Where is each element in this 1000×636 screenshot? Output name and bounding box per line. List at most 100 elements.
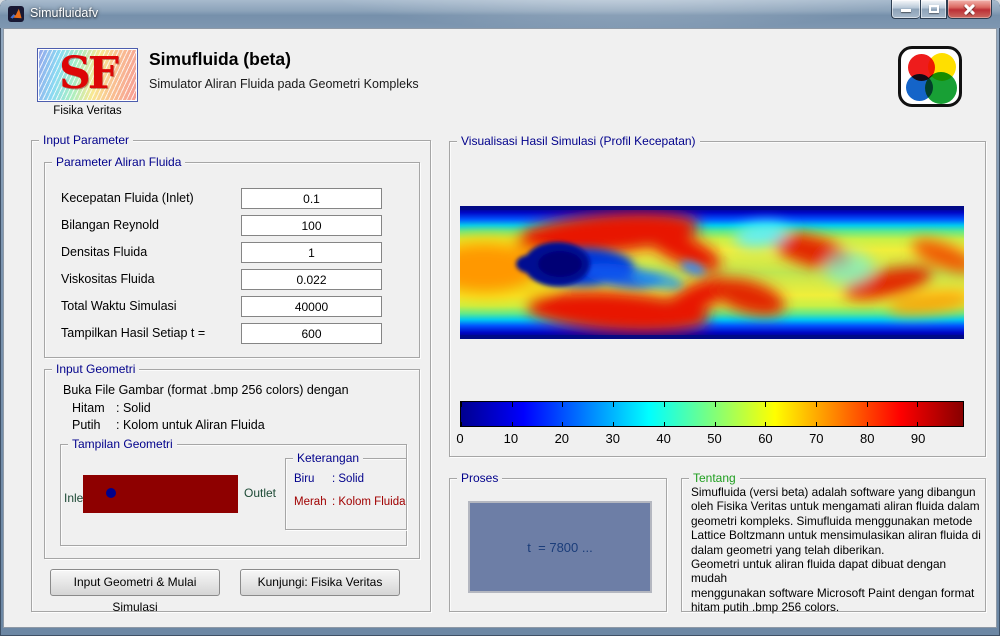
field-label-total-waktu: Total Waktu Simulasi [61,299,177,313]
proses-status-box: t = 7800 ... [468,501,652,593]
colorbar-tick-label: 90 [910,431,926,446]
colorbar-tick [866,422,868,426]
input-geometri-mulai-simulasi-button[interactable]: Input Geometri & Mulai Simulasi [50,569,220,614]
client-area: SF Fisika Veritas Simufluida (beta) Simu… [3,28,997,628]
keterangan-panel: Keterangan Biru : Solid Merah : Kolom Flui… [285,451,407,530]
proses-title: Proses [457,471,503,485]
total-waktu-input[interactable] [241,296,382,317]
colorbar-tick-label: 60 [758,431,773,446]
colorbar-tick [511,402,513,407]
field-label-kecepatan: Kecepatan Fluida (Inlet) [61,191,194,205]
input-parameter-panel: Input Parameter Parameter Aliran Fluida … [31,133,431,614]
colorbar-tick [815,402,817,407]
app-subtitle: Simulator Aliran Fluida pada Geometri Ko… [149,77,419,91]
input-geometri-panel: Input Geometri Buka File Gambar (format … [44,362,420,559]
proses-status-text: t = 7800 ... [527,539,593,555]
window-title: Simufluidafv [30,6,99,20]
tampilan-geometri-title: Tampilan Geometri [68,437,177,451]
bilangan-reynold-input[interactable] [241,215,382,236]
outlet-label: Outlet [244,486,277,500]
keterangan-merah-key: Merah [294,496,327,508]
keterangan-title: Keterangan [293,451,364,465]
densitas-fluida-input[interactable] [241,242,382,263]
minimize-button[interactable] [891,0,920,19]
colorbar-tick-label: 20 [554,431,570,446]
colorbar-tick [917,402,919,407]
colorbar-tick [765,422,767,426]
keterangan-biru-row: Biru : Solid [294,473,364,485]
visualisasi-title: Visualisasi Hasil Simulasi (Profil Kecep… [457,134,700,148]
viskositas-fluida-input[interactable] [241,269,382,290]
kecepatan-fluida-input[interactable] [241,188,382,209]
visualisasi-panel: Visualisasi Hasil Simulasi (Profil Kecep… [449,134,986,457]
colorbar-tick [562,402,564,407]
keterangan-biru-key: Biru [294,473,315,485]
tampilan-geometri-panel: Tampilan Geometri Inlet Outlet Keteranga… [60,437,407,546]
legend-white-value: : Kolom untuk Aliran Fluida [116,418,265,432]
maximize-button[interactable] [920,0,947,19]
geometri-instruction: Buka File Gambar (format .bmp 256 colors… [63,383,349,397]
colorbar-tick [613,402,615,407]
field-label-densitas: Densitas Fluida [61,245,148,259]
app-title: Simufluida (beta) [149,49,291,69]
colorbar-tick [461,402,462,407]
colorbar-tick [714,422,716,426]
keterangan-biru-value: : Solid [332,473,364,485]
parameter-aliran-fluida-panel: Parameter Aliran Fluida Kecepatan Fluida… [44,155,420,358]
titlebar[interactable]: Simufluidafv [0,0,1000,28]
tentang-title: Tentang [689,471,740,485]
colorbar-tick [461,422,462,426]
logo-caption: Fisika Veritas [53,105,122,117]
colorbar-tick-label: 50 [707,431,722,446]
input-geometri-title: Input Geometri [52,362,140,376]
close-button[interactable] [947,0,992,19]
colorbar-tick [765,402,767,407]
legend-black-value: : Solid [116,401,151,415]
legend-white-key: Putih [72,418,101,432]
colorbar-tick [663,422,665,426]
colorbar-tick [714,402,716,407]
colorbar-tick [917,422,919,426]
field-label-viskositas: Viskositas Fluida [61,272,155,286]
field-label-tampilkan-hasil: Tampilkan Hasil Setiap t = [61,326,206,340]
sf-logo-letters: SF [58,48,119,99]
colorbar-tick [866,402,868,407]
tentang-body-text: Simufluida (versi beta) adalah software … [691,485,981,615]
colorbar-tick [562,422,564,426]
colorbar-tick-label: 40 [656,431,671,446]
proses-panel: Proses t = 7800 ... [449,471,667,612]
geometri-legend-white: Putih : Kolom untuk Aliran Fluida [72,418,265,432]
maximize-icon [928,5,939,13]
input-parameter-title: Input Parameter [39,133,134,147]
legend-black-key: Hitam [72,401,105,415]
keterangan-merah-value: : Kolom Fluida [332,496,406,508]
colorbar-tick-label: 70 [809,431,824,446]
colorbar-tick [663,402,665,407]
kunjungi-fisika-veritas-button[interactable]: Kunjungi: Fisika Veritas [240,569,400,596]
minimize-icon [901,9,911,12]
keterangan-merah-row: Merah : Kolom Fluida [294,496,406,508]
flow-field-image [460,206,964,339]
tampilkan-hasil-input[interactable] [241,323,382,344]
colorbar-tick-label: 0 [456,431,464,446]
app-window: Simufluidafv SF Fisika Veritas Simufluid… [0,0,1000,636]
colorbar-labels: 0 10 20 30 40 50 60 70 80 90 [456,431,964,449]
field-label-reynold: Bilangan Reynold [61,218,159,232]
geometri-legend-black: Hitam : Solid [72,401,151,415]
colorbar-tick-label: 80 [859,431,875,446]
logo-circle-green [925,72,957,104]
colorbar [460,401,964,427]
sf-logo: SF [37,48,138,102]
parameter-aliran-fluida-title: Parameter Aliran Fluida [52,155,186,169]
geometry-preview [83,475,238,513]
colorbar-tick-label: 30 [605,431,620,446]
colorbar-tick [815,422,817,426]
colorbar-tick [613,422,615,426]
tentang-panel: Tentang Simufluida (versi beta) adalah s… [681,471,986,615]
colorbar-tick [511,422,513,426]
colorbar-tick-label: 10 [503,431,519,446]
fisika-veritas-logo [898,46,962,107]
window-controls [891,0,992,19]
matlab-app-icon [8,6,24,22]
obstacle-dot [106,488,116,498]
